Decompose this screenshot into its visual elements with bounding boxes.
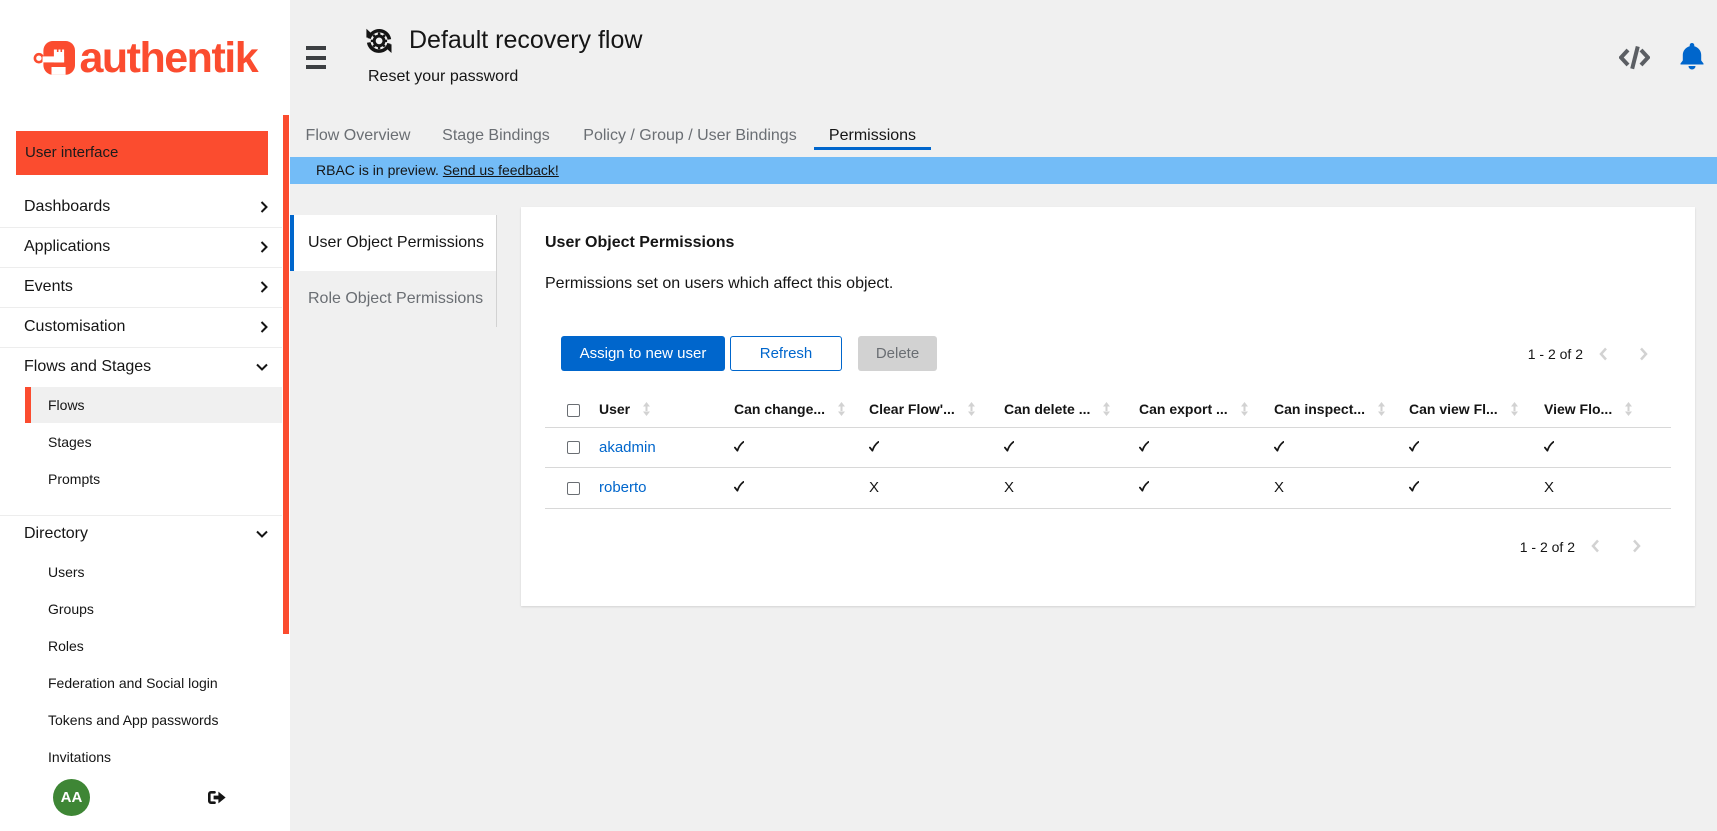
svg-text:authentik: authentik [80, 34, 259, 79]
